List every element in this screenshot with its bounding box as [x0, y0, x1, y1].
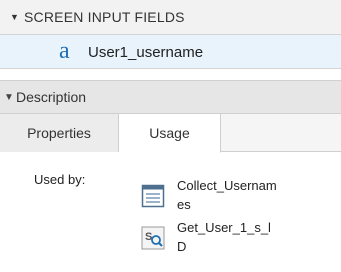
name-line: es: [177, 197, 191, 212]
section-title: SCREEN INPUT FIELDS: [24, 9, 185, 25]
collapse-caret-icon[interactable]: ▼: [10, 12, 22, 22]
text-field-icon: a: [59, 38, 70, 64]
input-field-row[interactable]: a User1_username: [0, 35, 341, 69]
screen-input-fields-header[interactable]: ▼ SCREEN INPUT FIELDS: [0, 0, 341, 35]
name-line: Collect_Usernam: [177, 178, 277, 193]
name-line: Get_User_1_s_l: [177, 220, 271, 235]
screen-element-icon: [141, 184, 165, 213]
used-by-label: Used by:: [34, 172, 86, 187]
description-tabs: Properties Usage: [0, 114, 341, 153]
description-header[interactable]: ▼ Description: [0, 80, 341, 114]
tab-properties[interactable]: Properties: [0, 114, 119, 152]
usage-item-name[interactable]: Get_User_1_s_l D: [177, 218, 297, 256]
record-lookup-icon: S: [141, 226, 165, 255]
collapse-caret-icon[interactable]: ▼: [4, 92, 16, 103]
input-field-label: User1_username: [88, 44, 204, 61]
usage-item-name[interactable]: Collect_Usernam es: [177, 176, 297, 214]
name-line: D: [177, 239, 187, 254]
description-title: Description: [16, 89, 87, 105]
tab-usage[interactable]: Usage: [119, 114, 221, 153]
svg-text:S: S: [145, 231, 152, 243]
